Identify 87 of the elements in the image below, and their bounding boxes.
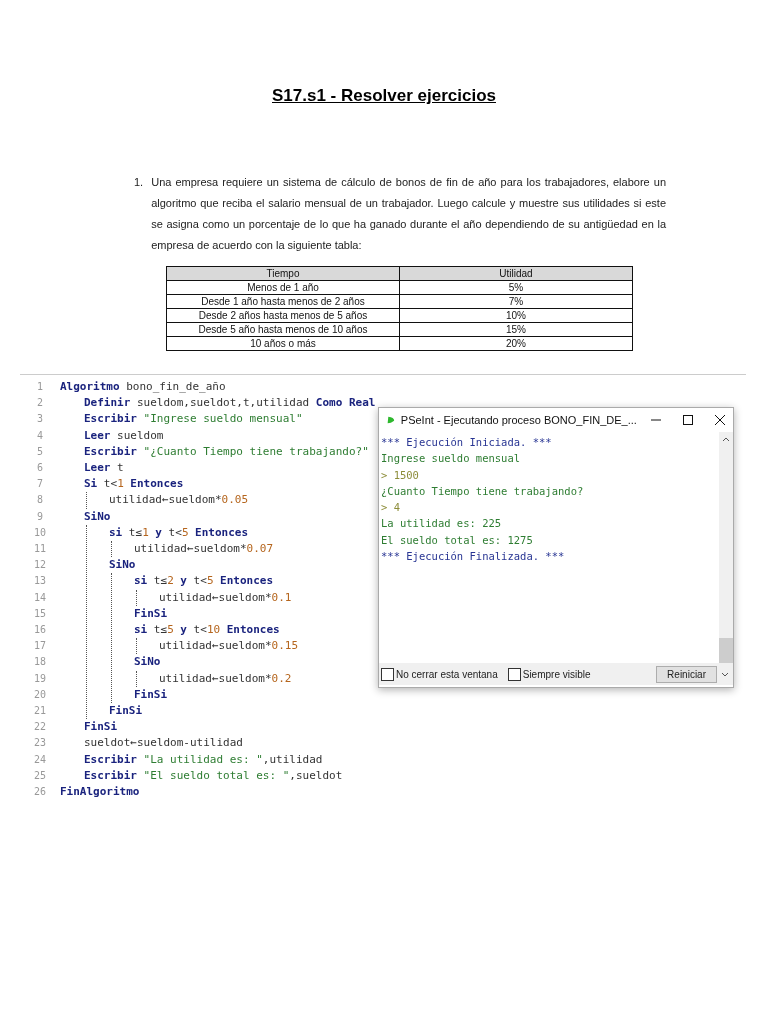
line-number: 5 bbox=[36, 444, 44, 459]
code-line: utilidad←sueldom*0.1 bbox=[159, 589, 293, 606]
table-cell: 10% bbox=[399, 308, 633, 323]
line-number: 24 bbox=[32, 752, 47, 767]
line-number: 26 bbox=[32, 785, 47, 800]
checkbox-label: No cerrar esta ventana bbox=[396, 668, 498, 680]
code-line: Escribir "El sueldo total es: ",sueldot bbox=[84, 767, 344, 784]
code-line: si t≤2 y t<5 Entonces bbox=[134, 573, 275, 590]
code-line: Escribir "¿Cuanto Tiempo tiene trabajando?" bbox=[84, 443, 370, 460]
line-number: 4 bbox=[36, 428, 44, 443]
line-number: 8 bbox=[36, 493, 44, 508]
line-number: 7 bbox=[36, 477, 44, 492]
code-line: Si t<1 Entonces bbox=[84, 476, 185, 493]
console-line: Ingrese sueldo mensual bbox=[381, 451, 522, 467]
console-line: La utilidad es: 225 bbox=[381, 516, 503, 532]
code-line: FinAlgoritmo bbox=[60, 784, 141, 801]
line-number: 20 bbox=[32, 687, 47, 702]
scroll-thumb[interactable] bbox=[719, 638, 733, 663]
line-number: 25 bbox=[32, 768, 47, 783]
code-line: si t≤1 y t<5 Entonces bbox=[109, 524, 250, 541]
line-number: 14 bbox=[32, 590, 47, 605]
line-number: 21 bbox=[32, 704, 47, 719]
scroll-down-icon[interactable] bbox=[721, 671, 729, 679]
line-number: 11 bbox=[32, 542, 47, 557]
line-number: 1 bbox=[36, 380, 44, 394]
line-number: 22 bbox=[32, 720, 47, 735]
code-line: Leer sueldom bbox=[84, 427, 165, 444]
line-number: 2 bbox=[36, 396, 44, 411]
app-logo-icon bbox=[387, 414, 395, 426]
line-number: 12 bbox=[32, 558, 47, 573]
code-line: utilidad←sueldom*0.05 bbox=[109, 492, 250, 509]
line-number: 16 bbox=[32, 623, 47, 638]
line-number: 23 bbox=[32, 736, 47, 751]
code-line: si t≤5 y t<10 Entonces bbox=[134, 622, 281, 639]
checkbox-label: Siempre visible bbox=[522, 668, 591, 680]
console-line: > 4 bbox=[381, 500, 401, 516]
maximize-icon bbox=[681, 414, 694, 426]
code-line: Algoritmo bono_fin_de_año bbox=[60, 379, 227, 395]
console-line: *** Ejecución Iniciada. *** bbox=[381, 435, 553, 450]
code-line: SiNo bbox=[84, 508, 112, 525]
restart-button[interactable]: Reiniciar bbox=[656, 665, 717, 683]
line-number: 13 bbox=[32, 574, 47, 589]
close-icon bbox=[714, 414, 726, 426]
table-cell: 5% bbox=[399, 280, 633, 295]
table-cell: Menos de 1 año bbox=[166, 280, 400, 295]
code-line: SiNo bbox=[134, 654, 162, 671]
list-number: 1. bbox=[134, 175, 144, 190]
question-text: Una empresa requiere un sistema de cálculo de bonos de fin de año para los trabajadores, elabore un algoritmo que reciba el salario mensual de un trabajador. Luego calcule y muestre sus utilidades si este se asigna como un porcentaje de lo que ha ganado durante el año dependiendo de su antigüedad en la empresa de acuerdo con la siguiente tabla: bbox=[151, 175, 666, 253]
column-header: Utilidad bbox=[399, 266, 633, 281]
table-cell: Desde 5 año hasta menos de 10 años bbox=[166, 322, 400, 337]
code-line: FinSi bbox=[134, 686, 169, 703]
document-title: S17.s1 - Resolver ejercicios bbox=[272, 86, 496, 106]
line-number: 10 bbox=[32, 525, 47, 540]
code-line: utilidad←sueldom*0.15 bbox=[159, 638, 300, 655]
code-line: Definir sueldom,sueldot,t,utilidad Como Real bbox=[84, 395, 376, 412]
code-line: Escribir "Ingrese sueldo mensual" bbox=[84, 411, 304, 428]
code-line: FinSi bbox=[134, 605, 169, 622]
code-line: FinSi bbox=[109, 703, 144, 720]
code-line: sueldot←sueldom-utilidad bbox=[84, 735, 244, 752]
table-cell: 20% bbox=[399, 336, 633, 351]
console-line: El sueldo total es: 1275 bbox=[381, 532, 534, 548]
table-cell: Desde 1 año hasta menos de 2 años bbox=[166, 294, 400, 309]
console-line: *** Ejecución Finalizada. *** bbox=[381, 549, 566, 565]
line-number: 19 bbox=[32, 671, 47, 686]
code-line: utilidad←sueldom*0.07 bbox=[134, 541, 275, 558]
line-number: 6 bbox=[36, 461, 44, 475]
table-cell: 15% bbox=[399, 322, 633, 337]
scrollbar[interactable] bbox=[719, 432, 733, 663]
code-line: SiNo bbox=[109, 557, 137, 574]
table-cell: 10 años o más bbox=[166, 336, 400, 351]
console-line: > 1500 bbox=[381, 467, 420, 483]
line-number: 3 bbox=[36, 412, 44, 427]
line-number: 17 bbox=[32, 639, 47, 654]
line-number: 18 bbox=[32, 655, 47, 670]
code-line: utilidad←sueldom*0.2 bbox=[159, 670, 293, 687]
table-cell: 7% bbox=[399, 294, 633, 309]
checkbox[interactable] bbox=[507, 667, 521, 681]
code-line: Leer t bbox=[84, 460, 125, 476]
line-number: 9 bbox=[36, 509, 44, 524]
column-header: Tiempo bbox=[166, 266, 400, 281]
table-cell: Desde 2 años hasta menos de 5 años bbox=[166, 308, 400, 323]
line-number: 15 bbox=[32, 606, 47, 621]
code-line: FinSi bbox=[84, 719, 119, 736]
code-line: Escribir "La utilidad es: ",utilidad bbox=[84, 751, 324, 768]
window-title: PSeInt - Ejecutando proceso BONO_FIN_DE_... bbox=[400, 414, 637, 426]
checkbox[interactable] bbox=[381, 667, 394, 681]
console-line: ¿Cuanto Tiempo tiene trabajando? bbox=[381, 483, 585, 499]
